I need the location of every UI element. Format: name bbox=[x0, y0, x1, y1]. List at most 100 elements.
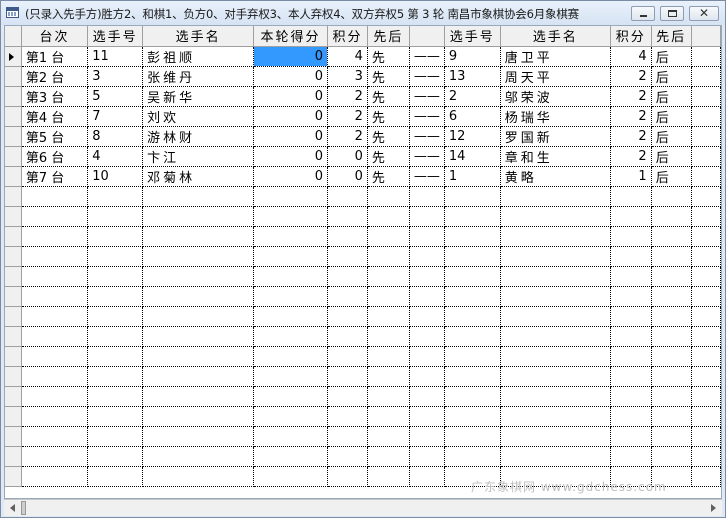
empty-cell[interactable] bbox=[367, 366, 410, 387]
empty-cell[interactable] bbox=[409, 186, 445, 207]
cell-p1-points[interactable]: 2 bbox=[327, 126, 368, 147]
empty-cell[interactable] bbox=[21, 346, 89, 367]
cell-p1-id[interactable]: 3 bbox=[87, 66, 144, 87]
cell-p2-order[interactable]: 后 bbox=[651, 66, 692, 87]
empty-cell[interactable] bbox=[610, 326, 652, 347]
empty-cell[interactable] bbox=[327, 246, 368, 267]
cell-p2-points[interactable]: 2 bbox=[610, 126, 652, 147]
empty-cell[interactable] bbox=[500, 206, 611, 227]
empty-cell[interactable] bbox=[327, 186, 368, 207]
row-indicator[interactable] bbox=[5, 346, 22, 367]
cell-separator[interactable]: —— bbox=[409, 166, 445, 187]
empty-cell[interactable] bbox=[610, 246, 652, 267]
empty-cell[interactable] bbox=[253, 226, 328, 247]
empty-cell[interactable] bbox=[253, 446, 328, 467]
cell-p1-name[interactable]: 彭祖顺 bbox=[142, 46, 255, 67]
empty-cell[interactable] bbox=[500, 246, 611, 267]
empty-cell[interactable] bbox=[610, 306, 652, 327]
cell-round-score[interactable]: 0 bbox=[253, 66, 328, 87]
empty-cell[interactable] bbox=[367, 186, 410, 207]
cell-p2-points[interactable]: 2 bbox=[610, 146, 652, 167]
empty-row[interactable] bbox=[5, 446, 721, 467]
empty-row[interactable] bbox=[5, 386, 721, 407]
empty-cell[interactable] bbox=[367, 446, 410, 467]
cell-p1-id[interactable]: 11 bbox=[87, 46, 144, 67]
cell-p2-id[interactable]: 6 bbox=[444, 106, 501, 127]
empty-row[interactable] bbox=[5, 346, 721, 367]
empty-cell[interactable] bbox=[21, 426, 89, 447]
col-header-table-no[interactable]: 台次 bbox=[21, 26, 89, 47]
cell-p1-order[interactable]: 先 bbox=[367, 106, 410, 127]
empty-cell[interactable] bbox=[444, 226, 501, 247]
empty-cell[interactable] bbox=[651, 346, 692, 367]
empty-row[interactable] bbox=[5, 426, 721, 447]
row-indicator[interactable] bbox=[5, 226, 22, 247]
cell-separator[interactable]: —— bbox=[409, 146, 445, 167]
empty-cell[interactable] bbox=[253, 466, 328, 487]
empty-cell[interactable] bbox=[409, 346, 445, 367]
table-row[interactable]: 第1 台 11 彭祖顺 0 4 先 —— 9 唐卫平 4 后 bbox=[5, 46, 721, 67]
empty-cell[interactable] bbox=[651, 366, 692, 387]
cell-p2-order[interactable]: 后 bbox=[651, 166, 692, 187]
empty-cell[interactable] bbox=[444, 266, 501, 287]
empty-row[interactable] bbox=[5, 186, 721, 207]
empty-cell[interactable] bbox=[500, 326, 611, 347]
empty-cell[interactable] bbox=[21, 406, 89, 427]
empty-cell[interactable] bbox=[610, 426, 652, 447]
empty-row[interactable] bbox=[5, 266, 721, 287]
cell-p1-points[interactable]: 0 bbox=[327, 146, 368, 167]
cell-table-no[interactable]: 第4 台 bbox=[21, 106, 89, 127]
empty-cell[interactable] bbox=[253, 186, 328, 207]
empty-cell[interactable] bbox=[253, 246, 328, 267]
cell-p2-id[interactable]: 12 bbox=[444, 126, 501, 147]
empty-cell[interactable] bbox=[651, 266, 692, 287]
empty-cell[interactable] bbox=[327, 326, 368, 347]
row-indicator[interactable] bbox=[5, 286, 22, 307]
cell-p2-points[interactable]: 2 bbox=[610, 66, 652, 87]
empty-cell[interactable] bbox=[409, 266, 445, 287]
empty-cell[interactable] bbox=[500, 346, 611, 367]
empty-cell[interactable] bbox=[409, 426, 445, 447]
empty-cell[interactable] bbox=[142, 386, 255, 407]
cell-round-score[interactable]: 0 bbox=[253, 146, 328, 167]
empty-cell[interactable] bbox=[327, 466, 368, 487]
empty-cell[interactable] bbox=[610, 406, 652, 427]
table-row[interactable]: 第5 台 8 游林财 0 2 先 —— 12 罗国新 2 后 bbox=[5, 126, 721, 147]
empty-cell[interactable] bbox=[87, 466, 144, 487]
table-row[interactable]: 第6 台 4 卞江 0 0 先 —— 14 章和生 2 后 bbox=[5, 146, 721, 167]
scroll-right-arrow-icon[interactable] bbox=[705, 500, 722, 516]
row-indicator[interactable] bbox=[5, 446, 22, 467]
col-header-p2-order[interactable]: 先后 bbox=[651, 26, 692, 47]
cell-p2-id[interactable]: 9 bbox=[444, 46, 501, 67]
scroll-left-arrow-icon[interactable] bbox=[4, 500, 21, 516]
empty-cell[interactable] bbox=[87, 406, 144, 427]
empty-cell[interactable] bbox=[500, 406, 611, 427]
empty-cell[interactable] bbox=[444, 446, 501, 467]
empty-cell[interactable] bbox=[409, 306, 445, 327]
empty-cell[interactable] bbox=[142, 366, 255, 387]
cell-p2-order[interactable]: 后 bbox=[651, 86, 692, 107]
cell-p2-id[interactable]: 2 bbox=[444, 86, 501, 107]
empty-cell[interactable] bbox=[253, 346, 328, 367]
cell-p2-name[interactable]: 罗国新 bbox=[500, 126, 611, 147]
empty-cell[interactable] bbox=[327, 226, 368, 247]
row-indicator[interactable] bbox=[5, 246, 22, 267]
cell-p1-order[interactable]: 先 bbox=[367, 46, 410, 67]
empty-cell[interactable] bbox=[327, 306, 368, 327]
empty-cell[interactable] bbox=[610, 186, 652, 207]
empty-cell[interactable] bbox=[253, 386, 328, 407]
empty-cell[interactable] bbox=[142, 326, 255, 347]
empty-cell[interactable] bbox=[327, 366, 368, 387]
cell-p1-order[interactable]: 先 bbox=[367, 146, 410, 167]
cell-p1-id[interactable]: 4 bbox=[87, 146, 144, 167]
empty-cell[interactable] bbox=[142, 306, 255, 327]
empty-cell[interactable] bbox=[253, 286, 328, 307]
empty-cell[interactable] bbox=[21, 186, 89, 207]
empty-cell[interactable] bbox=[21, 306, 89, 327]
row-indicator[interactable] bbox=[5, 366, 22, 387]
empty-cell[interactable] bbox=[87, 246, 144, 267]
row-indicator[interactable] bbox=[5, 206, 22, 227]
empty-cell[interactable] bbox=[444, 346, 501, 367]
cell-p1-id[interactable]: 7 bbox=[87, 106, 144, 127]
empty-cell[interactable] bbox=[500, 266, 611, 287]
